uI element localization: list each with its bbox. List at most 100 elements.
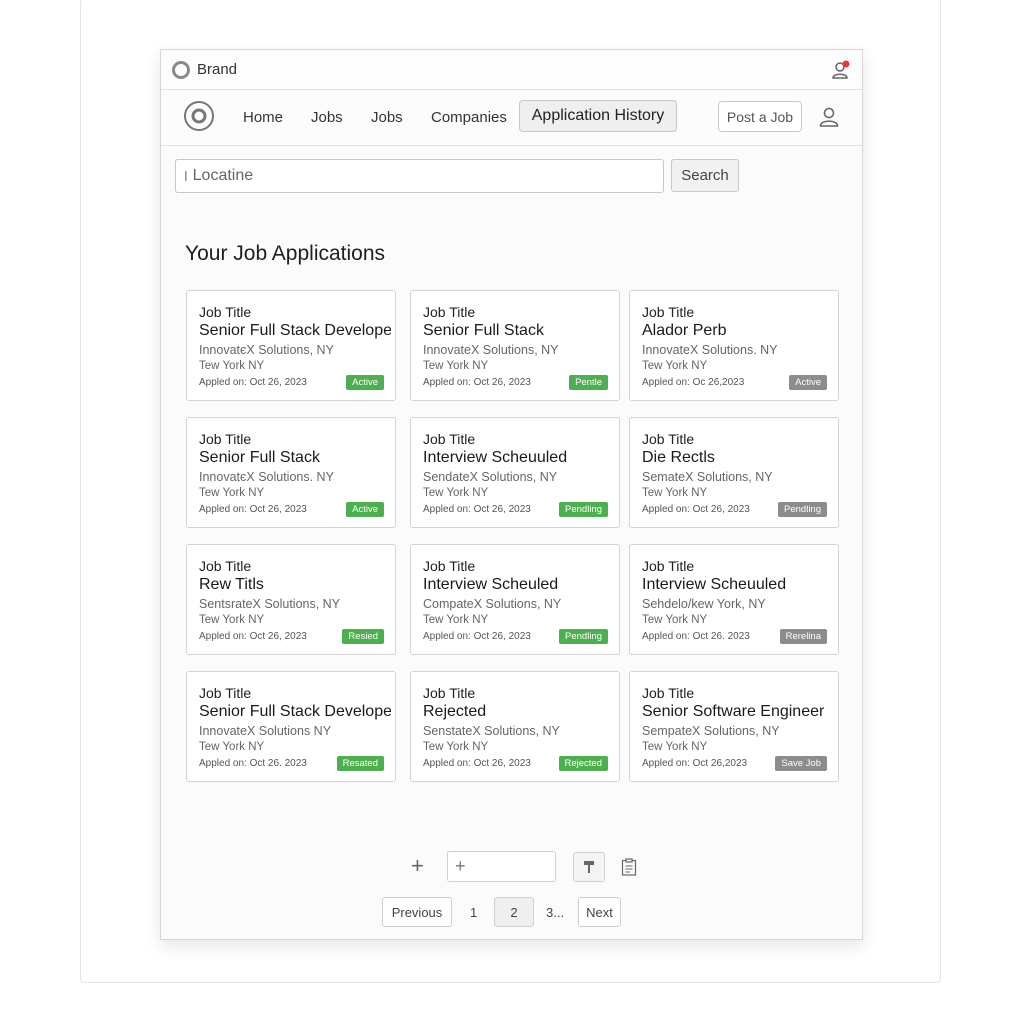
card-label: Job Title [423, 685, 476, 701]
card-title: Senior Full Stack [423, 322, 544, 339]
application-card[interactable]: Job Title Senior Full Stack InnovatєX So… [186, 417, 396, 528]
card-company: SemateX Solutions, NY [642, 470, 773, 484]
status-badge: Rerelina [779, 629, 827, 644]
card-location: Tew York NY [199, 741, 265, 753]
card-date: Appled on: Oct 26, 2023 [199, 631, 307, 642]
page-1[interactable]: 1 [470, 905, 477, 920]
status-badge: Pendling [559, 629, 608, 644]
card-title: Senior Full Stack Developer [199, 703, 391, 720]
nav-application-history[interactable]: Application History [519, 100, 677, 132]
card-company: InnovateX Solutions. NY [642, 343, 778, 357]
card-date: Appled on: Oct 26, 2023 [423, 504, 531, 515]
application-card[interactable]: Job Title Senior Full Stack InnovateX So… [410, 290, 620, 401]
application-card[interactable]: Job Title Die Rectls SemateX Solutions, … [629, 417, 839, 528]
clipboard-icon[interactable] [621, 858, 637, 876]
pin-button[interactable] [573, 852, 605, 882]
nav-jobs-2[interactable]: Jobs [371, 109, 403, 126]
add-input[interactable]: + [447, 851, 556, 882]
page-title: Your Job Applications [185, 242, 386, 265]
pagination-previous[interactable]: Previous [382, 897, 452, 927]
card-label: Job Title [642, 431, 695, 447]
card-title: Rew Titls [199, 576, 264, 593]
nav-home[interactable]: Home [243, 109, 283, 126]
application-card[interactable]: Job Title Alador Perb InnovateX Solution… [629, 290, 839, 401]
card-location: Tew York NY [423, 360, 489, 372]
application-card[interactable]: Job Title Senior Full Stack Developer In… [186, 671, 396, 782]
card-location: Tew York NY [199, 487, 265, 499]
page-3[interactable]: 3... [546, 905, 564, 920]
text-cursor-icon: ǀ [184, 168, 188, 184]
card-company: InnovateX Solutions NY [199, 724, 332, 738]
card-label: Job Title [199, 431, 252, 447]
card-label: Job Title [423, 558, 476, 574]
application-card[interactable]: Job Title Senior Full Stack Developer In… [186, 290, 396, 401]
navbar: Home Jobs Jobs Companies Application His… [161, 90, 862, 146]
application-card[interactable]: Job Title Interview Scheuled CompateX So… [410, 544, 620, 655]
card-company: SenstateX Solutions, NY [423, 724, 560, 738]
pagination-next[interactable]: Next [578, 897, 621, 927]
site-logo-icon[interactable] [183, 100, 215, 132]
card-date: Appled on: Oct 26, 2023 [423, 631, 531, 642]
card-title: Die Rectls [642, 449, 715, 466]
user-profile-icon[interactable] [818, 106, 840, 128]
card-location: Tew York NY [642, 741, 708, 753]
card-company: SempateX Solutions, NY [642, 724, 780, 738]
card-label: Job Title [642, 558, 695, 574]
card-title: Interview Scheuled [423, 576, 559, 593]
card-date: Appled on: Oct 26. 2023 [642, 631, 750, 642]
card-date: Appled on: Oct 26. 2023 [199, 758, 307, 769]
application-card[interactable]: Job Title Interview Scheuuled Sehdelo/ke… [629, 544, 839, 655]
app-window: Brand Home Jobs Jobs Companies Applicati… [160, 49, 863, 940]
card-title: Rejected [423, 703, 487, 720]
status-badge: Active [346, 502, 384, 517]
application-card[interactable]: Job Title Senior Software Engineer Sempa… [629, 671, 839, 782]
save-job-badge[interactable]: Save Job [775, 756, 827, 771]
status-badge: Resied [342, 629, 384, 644]
card-location: Tew York NY [423, 487, 489, 499]
card-location: Tew York NY [642, 487, 708, 499]
card-title: Interview Scheuuled [423, 449, 568, 466]
pin-icon [584, 861, 594, 873]
card-date: Appled on: Oct 26, 2023 [423, 758, 531, 769]
card-date: Appled on: Oct 26, 2023 [199, 377, 307, 388]
page-2-current[interactable]: 2 [494, 897, 534, 927]
card-date: Appled on: Oct 26, 2023 [423, 377, 531, 388]
card-location: Tew York NY [199, 614, 265, 626]
card-label: Job Title [642, 685, 695, 701]
application-card[interactable]: Job Title Rejected SenstateX Solutions, … [410, 671, 620, 782]
search-button[interactable]: Search [671, 159, 739, 192]
nav-companies[interactable]: Companies [431, 109, 507, 126]
card-title: Senior Full Stack Developer [199, 322, 391, 339]
status-badge: Pendling [778, 502, 827, 517]
card-label: Job Title [642, 304, 695, 320]
card-date: Appled on: Oc 26,2023 [642, 377, 745, 388]
application-card[interactable]: Job Title Rew Titls SentsrateX Solutions… [186, 544, 396, 655]
user-notification-icon[interactable] [830, 59, 852, 81]
card-location: Tew York NY [642, 360, 708, 372]
card-date: Appled on: Oct 26, 2023 [642, 504, 750, 515]
card-company: InnovatєX Solutions, NY [199, 343, 334, 357]
card-label: Job Title [423, 431, 476, 447]
card-company: CompateX Solutions, NY [423, 597, 562, 611]
card-location: Tew York NY [199, 360, 265, 372]
add-icon[interactable]: + [411, 853, 424, 879]
post-job-button[interactable]: Post a Job [718, 101, 802, 132]
card-location: Tew York NY [642, 614, 708, 626]
card-company: SentsrateX Solutions, NY [199, 597, 341, 611]
status-badge: Pentle [569, 375, 608, 390]
card-date: Appled on: Oct 26, 2023 [199, 504, 307, 515]
brand-name: Brand [197, 61, 238, 78]
card-location: Tew York NY [423, 614, 489, 626]
card-label: Job Title [199, 685, 252, 701]
card-label: Job Title [199, 558, 252, 574]
application-card[interactable]: Job Title Interview Scheuuled SendateX S… [410, 417, 620, 528]
card-company: SendateX Solutions, NY [423, 470, 558, 484]
brand-logo-icon [172, 61, 190, 79]
card-title: Senior Software Engineer [642, 703, 825, 720]
card-title: Alador Perb [642, 322, 727, 339]
card-label: Job Title [199, 304, 252, 320]
card-label: Job Title [423, 304, 476, 320]
location-search-input[interactable]: ǀ Locatine [175, 159, 664, 193]
nav-jobs[interactable]: Jobs [311, 109, 343, 126]
status-badge: Pendling [559, 502, 608, 517]
